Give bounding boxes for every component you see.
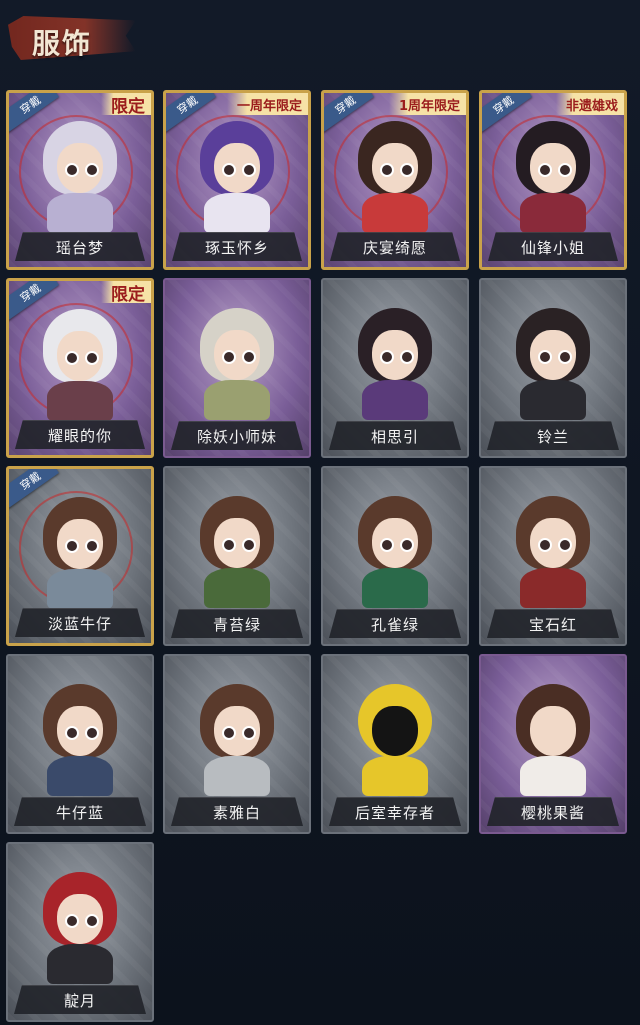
costume-card[interactable]: 樱桃果酱: [479, 654, 627, 834]
costume-card[interactable]: 相思引: [321, 278, 469, 458]
costume-name: 庆宴绮愿: [362, 238, 427, 257]
costume-card[interactable]: 穿戴 限定 耀眼的你: [6, 278, 154, 458]
character-portrait: [350, 496, 440, 608]
character-portrait: [508, 121, 598, 233]
costume-name-plate: 樱桃果酱: [487, 797, 619, 826]
character-portrait: [35, 497, 125, 609]
costume-name-plate: 庆宴绮愿: [330, 232, 460, 261]
character-portrait: [192, 121, 282, 233]
character-portrait: [192, 496, 282, 608]
costume-name: 淡蓝牛仔: [47, 614, 112, 633]
character-portrait: [350, 684, 440, 796]
costume-page: 服饰 穿戴 限定 瑶台梦 穿戴 一周年限定 琢玉怀乡 穿戴 1周年限定 庆宴绮愿…: [0, 0, 640, 1025]
costume-card[interactable]: 穿戴 淡蓝牛仔: [6, 466, 154, 646]
character-portrait: [192, 308, 282, 420]
costume-name: 樱桃果酱: [520, 803, 585, 822]
character-portrait: [35, 684, 125, 796]
character-portrait: [192, 684, 282, 796]
costume-name-plate: 靛月: [14, 985, 146, 1014]
costume-card[interactable]: 宝石红: [479, 466, 627, 646]
costume-card[interactable]: 穿戴 非遗雄戏 仙锋小姐: [479, 90, 627, 270]
costume-name-plate: 仙锋小姐: [488, 232, 618, 261]
costume-name-plate: 相思引: [329, 421, 461, 450]
costume-name: 孔雀绿: [370, 615, 419, 634]
costume-name: 耀眼的你: [47, 426, 112, 445]
limited-badge: 限定: [101, 93, 151, 117]
character-portrait: [508, 496, 598, 608]
character-portrait: [350, 308, 440, 420]
costume-name: 铃兰: [536, 427, 569, 446]
costume-card[interactable]: 穿戴 一周年限定 琢玉怀乡: [163, 90, 311, 270]
costume-name-plate: 素雅白: [171, 797, 303, 826]
costume-card[interactable]: 牛仔蓝: [6, 654, 154, 834]
costume-card[interactable]: 素雅白: [163, 654, 311, 834]
costume-name-plate: 牛仔蓝: [14, 797, 146, 826]
costume-card[interactable]: 穿戴 1周年限定 庆宴绮愿: [321, 90, 469, 270]
costume-name: 仙锋小姐: [520, 238, 585, 257]
costume-name-plate: 耀眼的你: [15, 420, 145, 449]
costume-name: 琢玉怀乡: [204, 238, 269, 257]
costume-name-plate: 宝石红: [487, 609, 619, 638]
costume-name-plate: 后室幸存者: [329, 797, 461, 826]
costume-card[interactable]: 除妖小师妹: [163, 278, 311, 458]
character-portrait: [35, 872, 125, 984]
costume-card[interactable]: 靛月: [6, 842, 154, 1022]
costume-name-plate: 琢玉怀乡: [172, 232, 302, 261]
costume-card[interactable]: 后室幸存者: [321, 654, 469, 834]
costume-name-plate: 孔雀绿: [329, 609, 461, 638]
costume-name-plate: 瑶台梦: [15, 232, 145, 261]
costume-name: 瑶台梦: [55, 238, 104, 257]
character-portrait: [508, 308, 598, 420]
costume-name: 素雅白: [212, 803, 261, 822]
limited-badge: 限定: [101, 281, 151, 305]
costume-name: 牛仔蓝: [55, 803, 104, 822]
costume-name-plate: 青苔绿: [171, 609, 303, 638]
costume-name: 靛月: [63, 991, 96, 1010]
costume-name-plate: 淡蓝牛仔: [15, 608, 145, 637]
limited-badge: 非遗雄戏: [555, 93, 624, 115]
costume-card[interactable]: 穿戴 限定 瑶台梦: [6, 90, 154, 270]
costume-grid: 穿戴 限定 瑶台梦 穿戴 一周年限定 琢玉怀乡 穿戴 1周年限定 庆宴绮愿 穿戴…: [0, 0, 640, 1025]
costume-name: 相思引: [370, 427, 419, 446]
limited-badge: 1周年限定: [388, 93, 466, 115]
costume-name-plate: 除妖小师妹: [171, 421, 303, 450]
character-portrait: [35, 309, 125, 421]
costume-name-plate: 铃兰: [487, 421, 619, 450]
limited-badge: 一周年限定: [226, 93, 308, 115]
costume-name: 青苔绿: [212, 615, 261, 634]
costume-name: 后室幸存者: [354, 803, 435, 822]
character-portrait: [508, 684, 598, 796]
costume-name: 除妖小师妹: [196, 427, 277, 446]
costume-card[interactable]: 孔雀绿: [321, 466, 469, 646]
costume-name: 宝石红: [528, 615, 577, 634]
costume-card[interactable]: 铃兰: [479, 278, 627, 458]
costume-card[interactable]: 青苔绿: [163, 466, 311, 646]
character-portrait: [350, 121, 440, 233]
character-portrait: [35, 121, 125, 233]
